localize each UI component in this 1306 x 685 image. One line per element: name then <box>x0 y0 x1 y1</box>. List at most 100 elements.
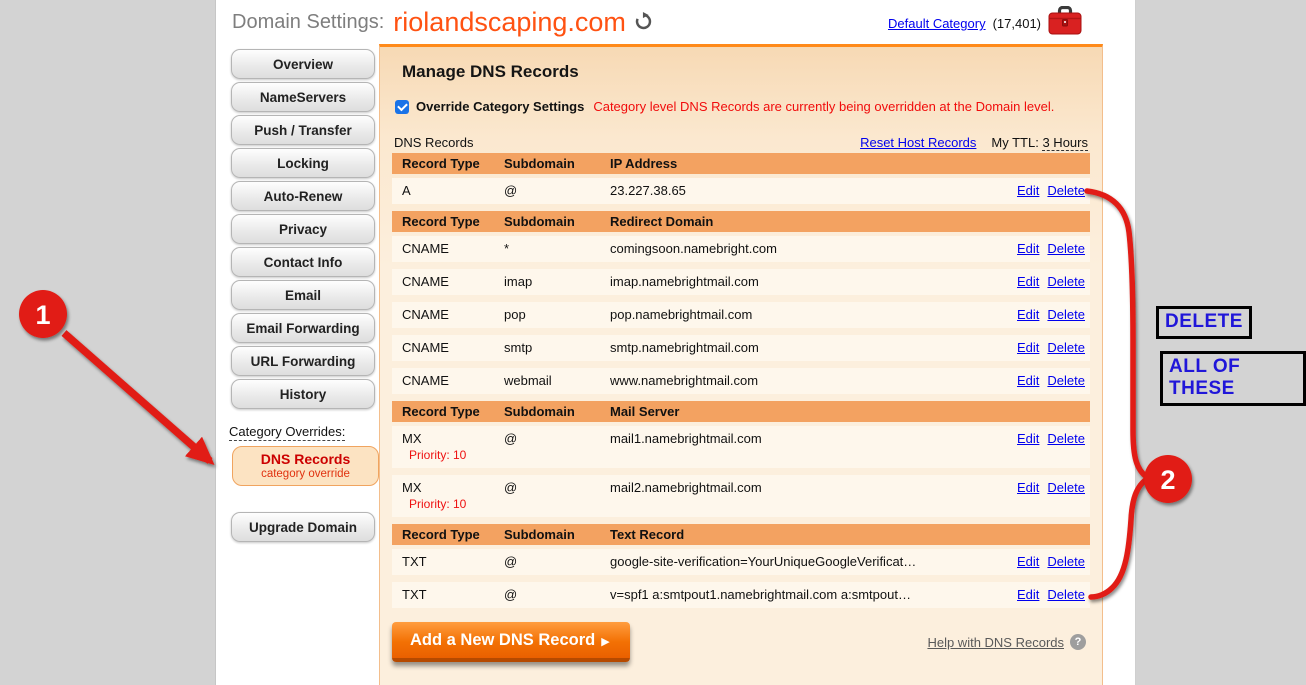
annotation-all-of-these-text: ALL OF THESE <box>1160 351 1306 406</box>
delete-link[interactable]: Delete <box>1047 307 1085 322</box>
dns-record-row: CNAMEwebmailwww.namebrightmail.com Edit De… <box>392 368 1090 394</box>
annotation-circle-1 <box>19 290 67 338</box>
category-override-sublabel: category override <box>233 468 378 480</box>
sidebar-item-email[interactable]: Email <box>231 280 375 310</box>
help-dns-records-link[interactable]: Help with DNS Records <box>927 635 1064 650</box>
override-category-checkbox[interactable] <box>395 100 409 114</box>
record-actions: Edit Delete <box>998 373 1090 388</box>
record-type-cell: CNAME <box>392 274 504 289</box>
annotation-arrow-1 <box>64 333 210 461</box>
column-header: Subdomain <box>504 156 610 171</box>
add-dns-record-button[interactable]: Add a New DNS Record▶ <box>392 622 630 662</box>
record-value: comingsoon.namebright.com <box>610 241 998 256</box>
annotation-step-1-number: 1 <box>35 300 50 330</box>
record-value: smtp.namebrightmail.com <box>610 340 998 355</box>
record-subdomain: smtp <box>504 340 610 355</box>
sidebar-item-privacy[interactable]: Privacy <box>231 214 375 244</box>
table-section-header: Record TypeSubdomainMail Server <box>392 401 1090 422</box>
category-overrides-label: Category Overrides: <box>229 424 345 441</box>
record-subdomain: @ <box>504 480 610 495</box>
delete-link[interactable]: Delete <box>1047 373 1085 388</box>
record-actions: Edit Delete <box>998 587 1090 602</box>
delete-link[interactable]: Delete <box>1047 274 1085 289</box>
delete-link[interactable]: Delete <box>1047 340 1085 355</box>
content: Overview NameServers Push / Transfer Loc… <box>216 44 1135 685</box>
record-actions: Edit Delete <box>998 183 1090 198</box>
record-actions: Edit Delete <box>998 554 1090 569</box>
column-header: Subdomain <box>504 404 610 419</box>
record-type-cell: A <box>392 183 504 198</box>
edit-link[interactable]: Edit <box>1017 431 1039 446</box>
record-type: CNAME <box>402 373 504 388</box>
sidebar-item-locking[interactable]: Locking <box>231 148 375 178</box>
sidebar-item-nameservers[interactable]: NameServers <box>231 82 375 112</box>
annotation-delete-text: DELETE <box>1156 306 1252 339</box>
question-mark-icon[interactable]: ? <box>1070 634 1086 650</box>
reset-host-records-link[interactable]: Reset Host Records <box>860 135 976 150</box>
record-priority: Priority: 10 <box>402 497 504 511</box>
record-subdomain: @ <box>504 587 610 602</box>
dns-record-row: TXT@google-site-verification=YourUniqueG… <box>392 549 1090 575</box>
sidebar-item-auto-renew[interactable]: Auto-Renew <box>231 181 375 211</box>
delete-link[interactable]: Delete <box>1047 554 1085 569</box>
delete-link[interactable]: Delete <box>1047 241 1085 256</box>
edit-link[interactable]: Edit <box>1017 373 1039 388</box>
delete-link[interactable]: Delete <box>1047 183 1085 198</box>
record-type: CNAME <box>402 340 504 355</box>
delete-link[interactable]: Delete <box>1047 587 1085 602</box>
record-subdomain: webmail <box>504 373 610 388</box>
add-dns-record-label: Add a New DNS Record <box>410 631 595 649</box>
edit-link[interactable]: Edit <box>1017 307 1039 322</box>
dns-record-row: MXPriority: 10@mail2.namebrightmail.comE… <box>392 475 1090 517</box>
dns-records-label: DNS Records <box>394 135 473 150</box>
default-category-link[interactable]: Default Category <box>888 16 986 31</box>
delete-link[interactable]: Delete <box>1047 431 1085 446</box>
edit-link[interactable]: Edit <box>1017 587 1039 602</box>
record-priority: Priority: 10 <box>402 448 504 462</box>
ttl-value[interactable]: 3 Hours <box>1042 135 1088 151</box>
edit-link[interactable]: Edit <box>1017 554 1039 569</box>
record-value: mail1.namebrightmail.com <box>610 431 998 446</box>
dns-toolbar: DNS Records Reset Host Records My TTL: 3… <box>392 135 1090 153</box>
manage-dns-panel: Manage DNS Records Override Category Set… <box>379 44 1103 685</box>
dns-record-row: CNAMEimapimap.namebrightmail.comEditDele… <box>392 269 1090 295</box>
column-header: Mail Server <box>610 404 998 419</box>
record-type-cell: CNAME <box>392 340 504 355</box>
column-header: IP Address <box>610 156 998 171</box>
record-subdomain: pop <box>504 307 610 322</box>
sidebar-item-email-forwarding[interactable]: Email Forwarding <box>231 313 375 343</box>
sidebar-item-dns-records-override[interactable]: DNS Records category override <box>232 446 379 486</box>
sidebar-item-history[interactable]: History <box>231 379 375 409</box>
sidebar-item-url-forwarding[interactable]: URL Forwarding <box>231 346 375 376</box>
upgrade-domain-button[interactable]: Upgrade Domain <box>231 512 375 542</box>
record-value: www.namebrightmail.com <box>610 373 998 388</box>
sidebar-item-overview[interactable]: Overview <box>231 49 375 79</box>
toolbox-icon[interactable] <box>1048 6 1082 41</box>
record-type-cell: TXT <box>392 554 504 569</box>
dns-record-row: CNAMEsmtpsmtp.namebrightmail.com Edit Dele… <box>392 335 1090 361</box>
delete-link[interactable]: Delete <box>1047 480 1085 495</box>
sidebar-item-push-transfer[interactable]: Push / Transfer <box>231 115 375 145</box>
record-actions: Edit Delete <box>998 480 1090 495</box>
edit-link[interactable]: Edit <box>1017 241 1039 256</box>
record-type: MX <box>402 431 504 446</box>
category-count: (17,401) <box>993 16 1041 31</box>
sidebar: Overview NameServers Push / Transfer Loc… <box>216 44 379 685</box>
record-type: A <box>402 183 504 198</box>
edit-link[interactable]: Edit <box>1017 183 1039 198</box>
record-actions: Edit Delete <box>998 431 1090 446</box>
edit-link[interactable]: Edit <box>1017 274 1039 289</box>
column-header: Redirect Domain <box>610 214 998 229</box>
record-type-cell: MXPriority: 10 <box>392 480 504 511</box>
record-type: TXT <box>402 554 504 569</box>
panel-heading: Manage DNS Records <box>402 62 1090 82</box>
column-header: Record Type <box>392 527 504 542</box>
refresh-icon[interactable] <box>634 12 653 36</box>
edit-link[interactable]: Edit <box>1017 480 1039 495</box>
record-subdomain: @ <box>504 431 610 446</box>
record-actions: Edit Delete <box>998 241 1090 256</box>
sidebar-item-contact-info[interactable]: Contact Info <box>231 247 375 277</box>
dns-record-row: MXPriority: 10@mail1.namebrightmail.comE… <box>392 426 1090 468</box>
panel-footer: Add a New DNS Record▶ Help with DNS Reco… <box>392 622 1090 662</box>
edit-link[interactable]: Edit <box>1017 340 1039 355</box>
